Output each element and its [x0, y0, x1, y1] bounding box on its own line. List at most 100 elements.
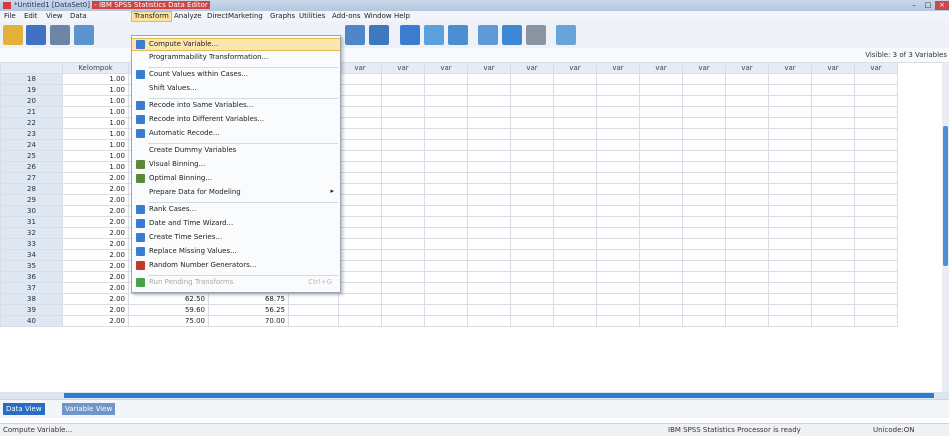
- menu-item-compute-variable[interactable]: Compute Variable...: [132, 38, 340, 51]
- empty-cell[interactable]: [639, 205, 683, 217]
- empty-cell[interactable]: [288, 293, 339, 305]
- empty-cell[interactable]: [596, 271, 640, 283]
- empty-cell[interactable]: [639, 194, 683, 206]
- empty-cell[interactable]: [811, 304, 855, 316]
- empty-cell[interactable]: [510, 315, 554, 327]
- empty-cell[interactable]: [338, 73, 382, 85]
- empty-cell[interactable]: [854, 293, 898, 305]
- empty-cell[interactable]: [854, 106, 898, 118]
- empty-cell[interactable]: [424, 238, 468, 250]
- empty-cell[interactable]: [510, 95, 554, 107]
- empty-cell[interactable]: [768, 106, 812, 118]
- empty-cell[interactable]: [424, 249, 468, 261]
- empty-cell[interactable]: [467, 282, 511, 294]
- empty-cell[interactable]: [553, 161, 597, 173]
- empty-cell[interactable]: [596, 139, 640, 151]
- empty-cell[interactable]: [682, 139, 726, 151]
- empty-cell[interactable]: [725, 183, 769, 195]
- empty-cell[interactable]: [682, 293, 726, 305]
- empty-cell[interactable]: [510, 139, 554, 151]
- empty-cell[interactable]: [553, 293, 597, 305]
- empty-cell[interactable]: [768, 95, 812, 107]
- empty-cell[interactable]: [639, 183, 683, 195]
- row-number[interactable]: 27: [0, 172, 63, 184]
- row-number[interactable]: 25: [0, 150, 63, 162]
- cell-kelompok[interactable]: 2.00: [62, 227, 129, 239]
- empty-cell[interactable]: [854, 227, 898, 239]
- empty-cell[interactable]: [768, 282, 812, 294]
- empty-cell[interactable]: [854, 271, 898, 283]
- empty-cell[interactable]: [682, 282, 726, 294]
- menu-item-date-and-time-wizard[interactable]: Date and Time Wizard...: [132, 218, 340, 229]
- row-number[interactable]: 22: [0, 117, 63, 129]
- row-number[interactable]: 40: [0, 315, 63, 327]
- open-folder-icon[interactable]: [3, 25, 23, 45]
- empty-cell[interactable]: [725, 161, 769, 173]
- column-header-var[interactable]: var: [467, 62, 511, 74]
- empty-cell[interactable]: [725, 128, 769, 140]
- menu-item-create-dummy-variables[interactable]: Create Dummy Variables: [132, 145, 340, 156]
- empty-cell[interactable]: [381, 84, 425, 96]
- empty-cell[interactable]: [854, 249, 898, 261]
- empty-cell[interactable]: [854, 128, 898, 140]
- empty-cell[interactable]: [854, 238, 898, 250]
- empty-cell[interactable]: [596, 183, 640, 195]
- empty-cell[interactable]: [510, 128, 554, 140]
- empty-cell[interactable]: [510, 282, 554, 294]
- empty-cell[interactable]: [811, 282, 855, 294]
- cell-kelompok[interactable]: 2.00: [62, 216, 129, 228]
- empty-cell[interactable]: [725, 95, 769, 107]
- empty-cell[interactable]: [381, 106, 425, 118]
- column-header-var[interactable]: var: [725, 62, 769, 74]
- split-file-icon[interactable]: [478, 25, 498, 45]
- empty-cell[interactable]: [553, 117, 597, 129]
- empty-cell[interactable]: [381, 315, 425, 327]
- empty-cell[interactable]: [596, 161, 640, 173]
- empty-cell[interactable]: [811, 95, 855, 107]
- empty-cell[interactable]: [811, 161, 855, 173]
- empty-cell[interactable]: [682, 249, 726, 261]
- empty-cell[interactable]: [596, 106, 640, 118]
- empty-cell[interactable]: [510, 150, 554, 162]
- empty-cell[interactable]: [510, 161, 554, 173]
- empty-cell[interactable]: [682, 128, 726, 140]
- row-number[interactable]: 28: [0, 183, 63, 195]
- empty-cell[interactable]: [381, 194, 425, 206]
- empty-cell[interactable]: [682, 95, 726, 107]
- column-header-var[interactable]: var: [510, 62, 554, 74]
- empty-cell[interactable]: [639, 106, 683, 118]
- empty-cell[interactable]: [768, 73, 812, 85]
- empty-cell[interactable]: [381, 216, 425, 228]
- empty-cell[interactable]: [811, 249, 855, 261]
- go-to-case-icon[interactable]: [345, 25, 365, 45]
- empty-cell[interactable]: [424, 227, 468, 239]
- cell-kelompok[interactable]: 1.00: [62, 128, 129, 140]
- cell-var2[interactable]: 62.50: [128, 293, 209, 305]
- empty-cell[interactable]: [682, 106, 726, 118]
- empty-cell[interactable]: [553, 271, 597, 283]
- menu-transform[interactable]: Transform: [131, 11, 172, 22]
- empty-cell[interactable]: [768, 117, 812, 129]
- empty-cell[interactable]: [288, 304, 339, 316]
- menu-analyze[interactable]: Analyze: [172, 12, 204, 21]
- empty-cell[interactable]: [467, 183, 511, 195]
- empty-cell[interactable]: [424, 95, 468, 107]
- empty-cell[interactable]: [510, 304, 554, 316]
- empty-cell[interactable]: [424, 260, 468, 272]
- empty-cell[interactable]: [467, 117, 511, 129]
- column-header-var[interactable]: var: [811, 62, 855, 74]
- cell-kelompok[interactable]: 1.00: [62, 161, 129, 173]
- menu-help[interactable]: Help: [392, 12, 412, 21]
- menu-item-run-pending-transforms[interactable]: Run Pending Transforms Ctrl+G: [132, 277, 340, 288]
- empty-cell[interactable]: [510, 84, 554, 96]
- maximize-icon[interactable]: □: [921, 1, 935, 10]
- row-number[interactable]: 31: [0, 216, 63, 228]
- menu-window[interactable]: Window: [362, 12, 394, 21]
- cell-kelompok[interactable]: 2.00: [62, 271, 129, 283]
- empty-cell[interactable]: [639, 315, 683, 327]
- cell-kelompok[interactable]: 2.00: [62, 183, 129, 195]
- horizontal-scroll-thumb[interactable]: [64, 393, 934, 398]
- empty-cell[interactable]: [596, 293, 640, 305]
- menu-addons[interactable]: Add-ons: [330, 12, 363, 21]
- menu-direct-marketing[interactable]: DirectMarketing: [205, 12, 265, 21]
